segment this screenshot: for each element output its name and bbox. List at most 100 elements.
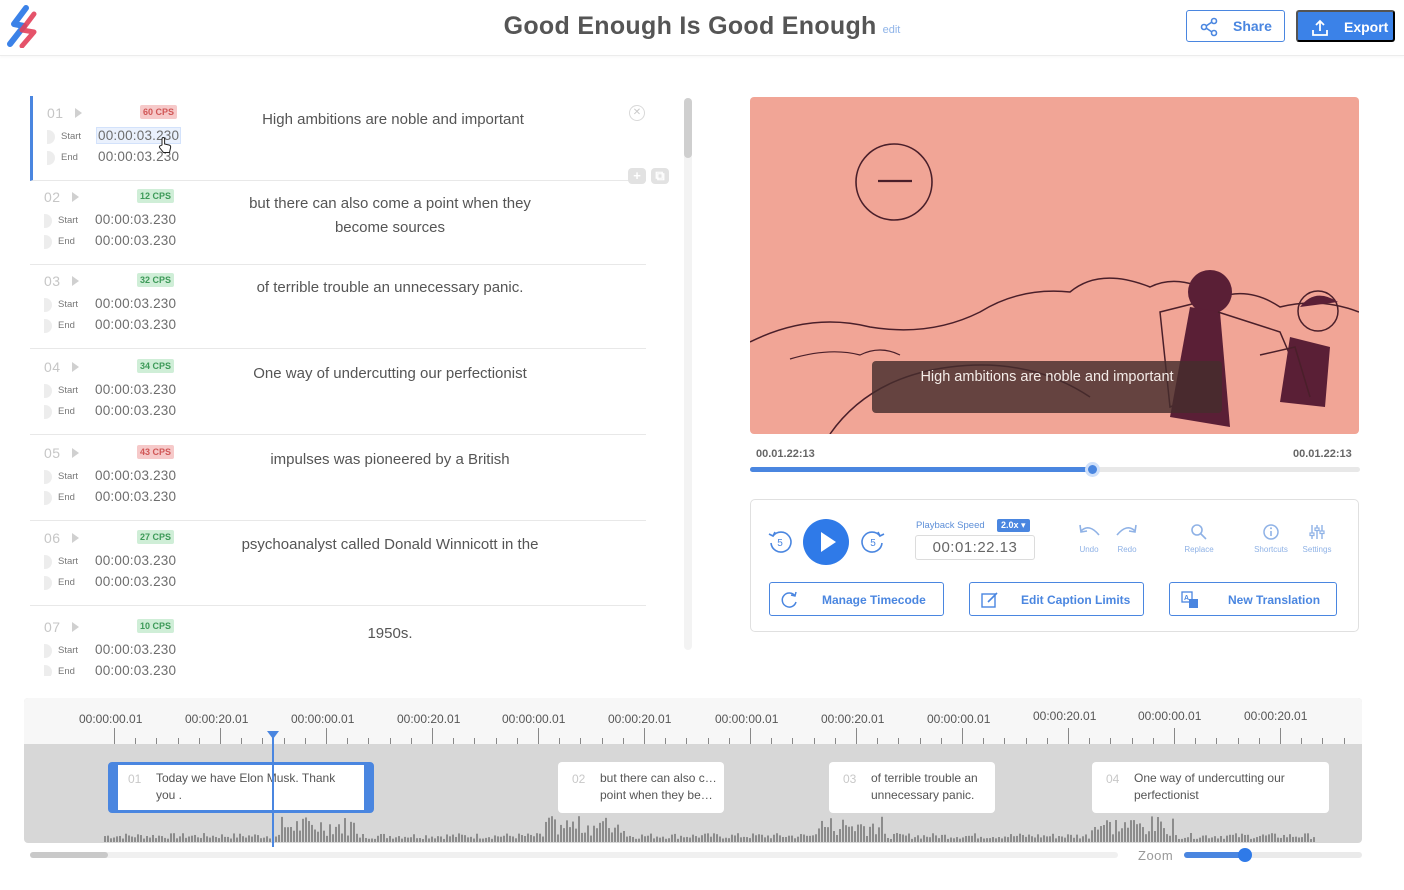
- replace-button[interactable]: Replace: [1177, 523, 1221, 554]
- start-timecode-input[interactable]: 00:00:03.230: [95, 382, 176, 397]
- waveform-bar: [662, 836, 664, 842]
- caption-row[interactable]: 03 32 CPS Start End 00:00:03.230 00:00:03.230…: [30, 264, 646, 349]
- play-caption-icon[interactable]: [75, 108, 82, 118]
- rewind-5-icon[interactable]: 5: [767, 528, 793, 554]
- caption-row[interactable]: 06 27 CPS Start End 00:00:03.230 00:00:03.230…: [30, 521, 646, 606]
- edit-title-link[interactable]: edit: [883, 24, 901, 36]
- start-timecode-input[interactable]: 00:00:03.230: [95, 296, 176, 311]
- end-timecode-input[interactable]: 00:00:03.230: [95, 403, 176, 418]
- video-player[interactable]: High ambitions are noble and important: [750, 97, 1359, 434]
- start-handle[interactable]: [44, 214, 52, 228]
- end-handle[interactable]: [44, 491, 52, 505]
- waveform-bar: [245, 837, 247, 842]
- waveform-bar: [287, 827, 289, 842]
- caption-text-input[interactable]: psychoanalyst called Donald Winnicott in…: [230, 533, 550, 557]
- timeline-scrollbar[interactable]: [30, 852, 1118, 858]
- caption-text-input[interactable]: High ambitions are noble and important: [233, 108, 553, 132]
- end-handle[interactable]: [44, 235, 52, 249]
- manage-timecode-button[interactable]: Manage Timecode: [769, 582, 944, 616]
- end-label: End: [61, 152, 78, 163]
- settings-button[interactable]: Settings: [1295, 523, 1339, 554]
- end-handle[interactable]: [44, 665, 52, 676]
- play-caption-icon[interactable]: [72, 276, 79, 286]
- waveform-bar: [716, 834, 718, 842]
- end-handle[interactable]: [44, 405, 52, 419]
- caption-number: 07: [44, 619, 61, 635]
- caption-number: 04: [44, 359, 61, 375]
- progress-knob[interactable]: [1084, 462, 1100, 477]
- edit-caption-limits-button[interactable]: Edit Caption Limits: [969, 582, 1144, 616]
- caption-text-input[interactable]: but there can also come a point when the…: [230, 192, 550, 240]
- start-handle[interactable]: [44, 384, 52, 398]
- end-handle[interactable]: [44, 576, 52, 590]
- close-caption-icon[interactable]: ✕: [629, 105, 645, 121]
- start-timecode-input[interactable]: 00:00:03.230: [95, 553, 176, 568]
- play-caption-icon[interactable]: [72, 533, 79, 543]
- redo-button[interactable]: Redo: [1105, 523, 1149, 554]
- start-label: Start: [58, 471, 79, 482]
- zoom-knob[interactable]: [1237, 848, 1252, 862]
- timeline-playhead[interactable]: [272, 733, 274, 847]
- end-timecode-input[interactable]: 00:00:03.230: [95, 663, 176, 676]
- timeline-clip[interactable]: 04 One way of undercutting our perfectio…: [1092, 762, 1329, 813]
- timeline[interactable]: 00:00:00.01 00:00:20.01 00:00:00.01 00:00:2…: [24, 698, 1362, 843]
- caption-row[interactable]: 05 43 CPS Start End 00:00:03.230 00:00:03.230…: [30, 436, 646, 521]
- shortcuts-button[interactable]: Shortcuts: [1249, 523, 1293, 554]
- current-time-label: 00.01.22:13: [756, 448, 815, 460]
- caption-text-input[interactable]: of terrible trouble an unnecessary panic…: [230, 276, 550, 300]
- end-timecode-input[interactable]: 00:00:03.230: [95, 317, 176, 332]
- cps-badge: 60 CPS: [140, 105, 178, 119]
- export-button[interactable]: Export: [1296, 10, 1395, 42]
- end-timecode-input[interactable]: 00:00:03.230: [95, 233, 176, 248]
- waveform-bar: [1154, 831, 1156, 842]
- start-timecode-input[interactable]: 00:00:03.230: [95, 468, 176, 483]
- waveform-bar: [767, 835, 769, 842]
- waveform-bar: [992, 837, 994, 842]
- caption-row[interactable]: 04 34 CPS Start End 00:00:03.230 00:00:03.230…: [30, 350, 646, 435]
- end-timecode-input[interactable]: 00:00:03.230: [95, 574, 176, 589]
- end-timecode-input[interactable]: 00:00:03.230: [95, 489, 176, 504]
- video-progress-bar[interactable]: [750, 462, 1360, 477]
- caption-text-input[interactable]: 1950s.: [230, 622, 550, 646]
- waveform-bar: [959, 838, 961, 842]
- start-timecode-input[interactable]: 00:00:03.230: [95, 642, 176, 657]
- play-caption-icon[interactable]: [72, 192, 79, 202]
- caption-text-input[interactable]: One way of undercutting our perfectionis…: [230, 362, 550, 386]
- end-handle[interactable]: [47, 151, 55, 165]
- caption-row[interactable]: 01 60 CPS Start End 00:00:03.230 00:00:03.230…: [30, 96, 646, 181]
- share-button[interactable]: Share: [1186, 10, 1285, 42]
- waveform-bar: [1085, 834, 1087, 842]
- caption-text-input[interactable]: impulses was pioneered by a British: [230, 448, 550, 472]
- timeline-clip[interactable]: 03 of terrible trouble an unnecessary pa…: [829, 762, 995, 813]
- waveform-bar: [1277, 837, 1279, 842]
- timeline-clip[interactable]: 02 but there can also c… point when they…: [558, 762, 724, 813]
- caption-row[interactable]: 02 12 CPS Start End 00:00:03.230 00:00:03.230…: [30, 180, 646, 265]
- play-button[interactable]: [803, 519, 849, 565]
- new-translation-button[interactable]: A New Translation: [1169, 582, 1337, 616]
- copy-caption-icon[interactable]: ⧉: [651, 168, 669, 184]
- end-handle[interactable]: [44, 319, 52, 333]
- waveform-bar: [482, 838, 484, 842]
- add-caption-icon[interactable]: +: [628, 168, 646, 184]
- refresh-icon: [781, 591, 797, 608]
- current-time-field[interactable]: 00:01:22.13: [915, 535, 1035, 560]
- play-caption-icon[interactable]: [72, 362, 79, 372]
- forward-5-icon[interactable]: 5: [860, 528, 886, 554]
- start-handle[interactable]: [44, 470, 52, 484]
- timeline-clip[interactable]: 01 Today we have Elon Musk. Thank you .: [108, 762, 374, 813]
- playback-speed-select[interactable]: 2.0x ▾: [997, 519, 1030, 532]
- caption-list-scrollbar[interactable]: [684, 98, 692, 650]
- playhead-handle[interactable]: [267, 731, 279, 739]
- play-caption-icon[interactable]: [72, 448, 79, 458]
- play-caption-icon[interactable]: [72, 622, 79, 632]
- scrollbar-thumb[interactable]: [684, 98, 692, 158]
- top-bar: Good Enough Is Good Enough edit Share Exp…: [0, 0, 1404, 56]
- zoom-slider[interactable]: [1184, 848, 1362, 862]
- timeline-scroll-thumb[interactable]: [30, 852, 108, 858]
- caption-row[interactable]: 07 10 CPS Start End 00:00:03.230 00:00:03.230…: [30, 610, 646, 676]
- start-handle[interactable]: [44, 298, 52, 312]
- start-handle[interactable]: [44, 644, 52, 658]
- start-handle[interactable]: [47, 130, 55, 144]
- start-timecode-input[interactable]: 00:00:03.230: [95, 212, 176, 227]
- start-handle[interactable]: [44, 555, 52, 569]
